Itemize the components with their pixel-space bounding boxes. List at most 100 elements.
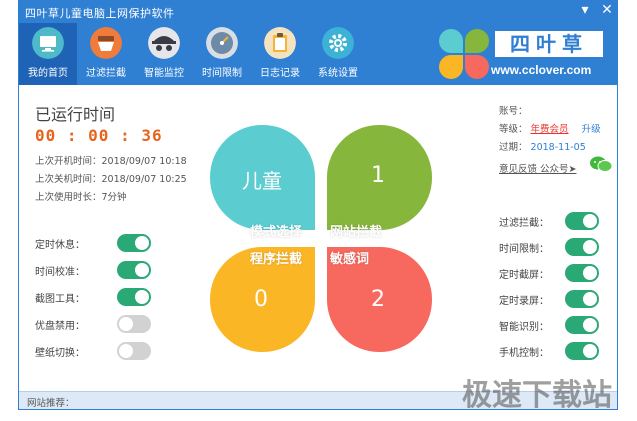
toggle-knob <box>119 344 133 358</box>
toggle-label: 定时截屏： <box>499 269 549 281</box>
website-block-count: 1 <box>371 163 385 188</box>
time-calibration-toggle[interactable] <box>117 261 151 279</box>
expire-date: 2018-11-05 <box>530 142 586 153</box>
download-site-watermark: 极速下载站 <box>462 378 612 413</box>
toggle-row-scheduled-screenshot: 定时截屏： <box>499 263 617 283</box>
expire-line: 过期： 2018-11-05 <box>499 139 586 153</box>
wechat-icon[interactable] <box>589 155 613 173</box>
toggle-knob <box>583 292 597 306</box>
toggle-label: 定时录屏： <box>499 295 549 307</box>
nav-filter[interactable]: 过滤拦截 <box>77 23 135 85</box>
program-block-count: 0 <box>254 287 268 312</box>
mode-clover: 儿童 1 0 2 模式选择 网站拦截 程序拦截 敏感词 <box>204 119 444 359</box>
usb-disable-toggle[interactable] <box>117 315 151 333</box>
account-label: 账号： <box>499 106 528 117</box>
sensitive-words-count: 2 <box>371 287 385 312</box>
clipboard-icon <box>264 27 296 59</box>
time-limit-toggle[interactable] <box>565 238 599 256</box>
site-recommend-label: 网站推荐： <box>27 398 75 409</box>
clover-logo-icon <box>465 55 489 79</box>
toggle-row-scheduled-rest: 定时休息： <box>35 233 155 253</box>
nav-home[interactable]: 我的首页 <box>19 23 77 85</box>
window-title: 四叶草儿童电脑上网保护软件 <box>25 7 175 20</box>
last-usage-duration: 上次使用时长：7分钟 <box>35 192 127 203</box>
scheduled-recording-toggle[interactable] <box>565 290 599 308</box>
mode-select-leaf[interactable]: 儿童 <box>210 125 315 230</box>
toggle-knob <box>583 318 597 332</box>
toggle-knob <box>583 240 597 254</box>
expire-label: 过期： <box>499 142 528 153</box>
toggle-label: 手机控制： <box>499 347 549 359</box>
toggle-knob <box>583 344 597 358</box>
run-time-value: 00 : 00 : 36 <box>35 126 163 145</box>
toggle-row-time-limit: 时间限制： <box>499 237 617 257</box>
toggle-knob <box>135 236 149 250</box>
toggle-label: 截图工具： <box>35 293 85 305</box>
nav-log[interactable]: 日志记录 <box>251 23 309 85</box>
wallpaper-switch-toggle[interactable] <box>117 342 151 360</box>
minimize-button[interactable]: ▾ <box>577 2 593 18</box>
toggle-label: 壁纸切换： <box>35 347 85 359</box>
nav-label: 日志记录 <box>260 68 300 79</box>
phone-control-toggle[interactable] <box>565 342 599 360</box>
toggle-row-phone-control: 手机控制： <box>499 341 617 361</box>
toggle-label: 时间校准： <box>35 266 85 278</box>
level-label: 等级： <box>499 124 528 135</box>
website-block-leaf[interactable]: 1 <box>327 125 432 230</box>
toggle-label: 时间限制： <box>499 243 549 255</box>
run-time-title: 已运行时间 <box>35 105 116 124</box>
screenshot-tool-toggle[interactable] <box>117 288 151 306</box>
toggle-row-time-calibration: 时间校准： <box>35 260 155 280</box>
toggle-knob <box>135 290 149 304</box>
close-button[interactable]: ✕ <box>599 2 615 18</box>
smart-recognition-toggle[interactable] <box>565 316 599 334</box>
toggle-row-filter-block: 过滤拦截： <box>499 211 617 231</box>
membership-level-link[interactable]: 年费会员 <box>531 124 569 135</box>
nav-label: 系统设置 <box>318 68 358 79</box>
upgrade-link[interactable]: 升级 <box>582 124 601 135</box>
website-block-label: 网站拦截 <box>330 225 383 240</box>
toggle-label: 智能识别： <box>499 321 549 333</box>
toggle-row-usb-disable: 优盘禁用： <box>35 314 155 334</box>
mode-select-label: 模式选择 <box>250 225 303 240</box>
toggle-row-smart-recognition: 智能识别： <box>499 315 617 335</box>
nav-label: 智能监控 <box>144 68 184 79</box>
nav-settings[interactable]: 系统设置 <box>309 23 367 85</box>
nav-label: 我的首页 <box>28 68 68 79</box>
toggle-row-scheduled-recording: 定时录屏： <box>499 289 617 309</box>
account-line: 账号： <box>499 103 528 117</box>
brand-logo: 四叶草 www.cclover.com <box>433 27 613 83</box>
header-bar: 四叶草儿童电脑上网保护软件 ▾ ✕ 我的首页 过滤拦截 智能监控 时间限制 日志… <box>19 1 617 85</box>
toggle-row-screenshot-tool: 截图工具： <box>35 287 155 307</box>
toggle-label: 定时休息： <box>35 239 85 251</box>
filter-block-toggle[interactable] <box>565 212 599 230</box>
nav-time-limit[interactable]: 时间限制 <box>193 23 251 85</box>
logo-url: www.cclover.com <box>491 63 592 77</box>
scheduled-rest-toggle[interactable] <box>117 234 151 252</box>
sensitive-words-label: 敏感词 <box>330 252 370 267</box>
gauge-icon <box>206 27 238 59</box>
toggle-label: 优盘禁用： <box>35 320 85 332</box>
spy-icon <box>148 27 180 59</box>
gear-icon <box>322 27 354 59</box>
toggle-knob <box>119 317 133 331</box>
last-boot-time: 上次开机时间：2018/09/07 10:18 <box>35 156 187 167</box>
toggle-label: 过滤拦截： <box>499 217 549 229</box>
nav-label: 时间限制 <box>202 68 242 79</box>
scheduled-screenshot-toggle[interactable] <box>565 264 599 282</box>
clover-logo-icon <box>439 29 463 53</box>
clover-logo-icon <box>439 55 463 79</box>
toggle-knob <box>583 214 597 228</box>
nav-monitor[interactable]: 智能监控 <box>135 23 193 85</box>
filter-icon <box>90 27 122 59</box>
feedback-link[interactable]: 意见反馈 公众号➤ <box>499 161 576 175</box>
level-line: 等级： 年费会员 升级 <box>499 121 601 135</box>
clover-logo-icon <box>465 29 489 53</box>
toggle-knob <box>135 263 149 277</box>
program-block-label: 程序拦截 <box>250 252 303 267</box>
main-nav: 我的首页 过滤拦截 智能监控 时间限制 日志记录 系统设置 <box>19 23 367 85</box>
monitor-icon <box>32 27 64 59</box>
toggle-row-wallpaper-switch: 壁纸切换： <box>35 341 155 361</box>
app-window: 四叶草儿童电脑上网保护软件 ▾ ✕ 我的首页 过滤拦截 智能监控 时间限制 日志… <box>18 0 618 410</box>
nav-label: 过滤拦截 <box>86 68 126 79</box>
